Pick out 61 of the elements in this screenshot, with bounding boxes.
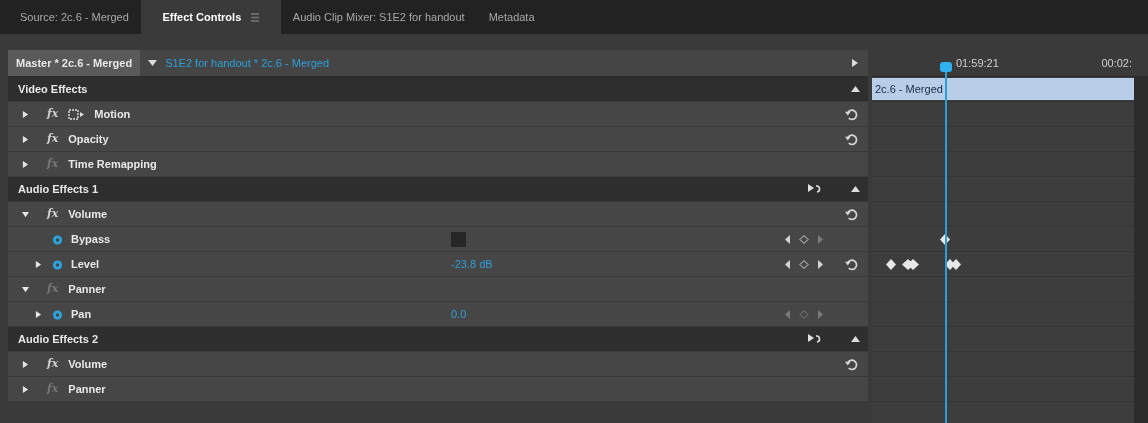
effect-label: Motion bbox=[94, 106, 132, 122]
fx-toggle[interactable]: fx bbox=[47, 355, 59, 373]
fx-toggle[interactable]: fx bbox=[47, 130, 59, 148]
fx-toggle[interactable]: fx bbox=[47, 205, 59, 223]
menu-icon[interactable] bbox=[251, 12, 260, 22]
reset-icon[interactable] bbox=[845, 257, 858, 271]
collapse-triangle-icon[interactable] bbox=[22, 285, 29, 293]
tab-label: Audio Clip Mixer: S1E2 for handout bbox=[292, 9, 465, 25]
effect-label: Volume bbox=[68, 356, 109, 372]
effect-label: Panner bbox=[68, 281, 107, 297]
collapse-arrow-icon[interactable] bbox=[851, 336, 860, 342]
panel-tab[interactable]: Metadata bbox=[476, 0, 597, 34]
master-clip-label[interactable]: Master * 2c.6 - Merged bbox=[8, 50, 141, 76]
bypass-checkbox[interactable] bbox=[451, 231, 466, 247]
section-label: Video Effects bbox=[18, 81, 89, 97]
play-route-icon[interactable] bbox=[807, 333, 823, 345]
panel-tab[interactable]: Source: 2c.6 - Merged bbox=[8, 0, 141, 34]
collapse-arrow-icon[interactable] bbox=[851, 186, 860, 192]
expand-triangle-icon[interactable] bbox=[22, 135, 29, 143]
expand-triangle-icon[interactable] bbox=[22, 160, 29, 168]
expand-triangle-icon[interactable] bbox=[22, 360, 29, 368]
tab-label: Effect Controls bbox=[162, 9, 242, 25]
stopwatch-icon[interactable] bbox=[52, 308, 63, 320]
timecode: 00:02: bbox=[1101, 55, 1132, 71]
section-label: Audio Effects 2 bbox=[18, 331, 100, 347]
playhead-handle[interactable] bbox=[940, 62, 952, 72]
sequence-clip-link[interactable]: S1E2 for handout * 2c.6 - Merged bbox=[165, 54, 330, 72]
section-label: Audio Effects 1 bbox=[18, 181, 100, 197]
value-field[interactable]: 0.0 bbox=[451, 305, 467, 323]
keyframe-navigator-icon[interactable] bbox=[784, 233, 824, 245]
effect-label: Time Remapping bbox=[68, 156, 158, 172]
property-label: Bypass bbox=[71, 231, 112, 247]
expand-triangle-icon[interactable] bbox=[35, 310, 42, 318]
value-field[interactable]: -23.8 dB bbox=[451, 255, 493, 273]
collapse-arrow-icon[interactable] bbox=[851, 86, 860, 92]
expand-triangle-icon[interactable] bbox=[35, 260, 42, 268]
reset-icon[interactable] bbox=[845, 207, 858, 221]
dropdown-caret-icon[interactable] bbox=[148, 60, 158, 66]
effect-label: Volume bbox=[68, 206, 109, 222]
effect-label: Panner bbox=[68, 381, 107, 397]
clip-bar[interactable]: 2c.6 - Merged bbox=[872, 78, 1134, 100]
keyframe-navigator-icon[interactable] bbox=[784, 258, 824, 270]
property-label: Level bbox=[71, 256, 101, 272]
panel-tab[interactable]: Audio Clip Mixer: S1E2 for handout bbox=[280, 0, 477, 34]
play-triangle-icon[interactable] bbox=[852, 59, 858, 67]
tab-label: Metadata bbox=[488, 9, 535, 25]
timecode: 01:59:21 bbox=[956, 55, 999, 71]
stopwatch-icon[interactable] bbox=[52, 258, 63, 270]
fx-toggle[interactable]: fx bbox=[47, 105, 59, 123]
panel-tab[interactable]: Effect Controls bbox=[140, 0, 281, 34]
reset-icon[interactable] bbox=[845, 132, 858, 146]
property-label: Pan bbox=[71, 306, 93, 322]
effect-label: Opacity bbox=[68, 131, 110, 147]
reset-icon[interactable] bbox=[845, 107, 858, 121]
play-route-icon[interactable] bbox=[807, 183, 823, 195]
stopwatch-icon[interactable] bbox=[52, 233, 63, 245]
expand-triangle-icon[interactable] bbox=[22, 385, 29, 393]
expand-triangle-icon[interactable] bbox=[22, 110, 29, 118]
collapse-triangle-icon[interactable] bbox=[22, 210, 29, 218]
tab-label: Source: 2c.6 - Merged bbox=[20, 9, 129, 25]
reset-icon[interactable] bbox=[845, 357, 858, 371]
